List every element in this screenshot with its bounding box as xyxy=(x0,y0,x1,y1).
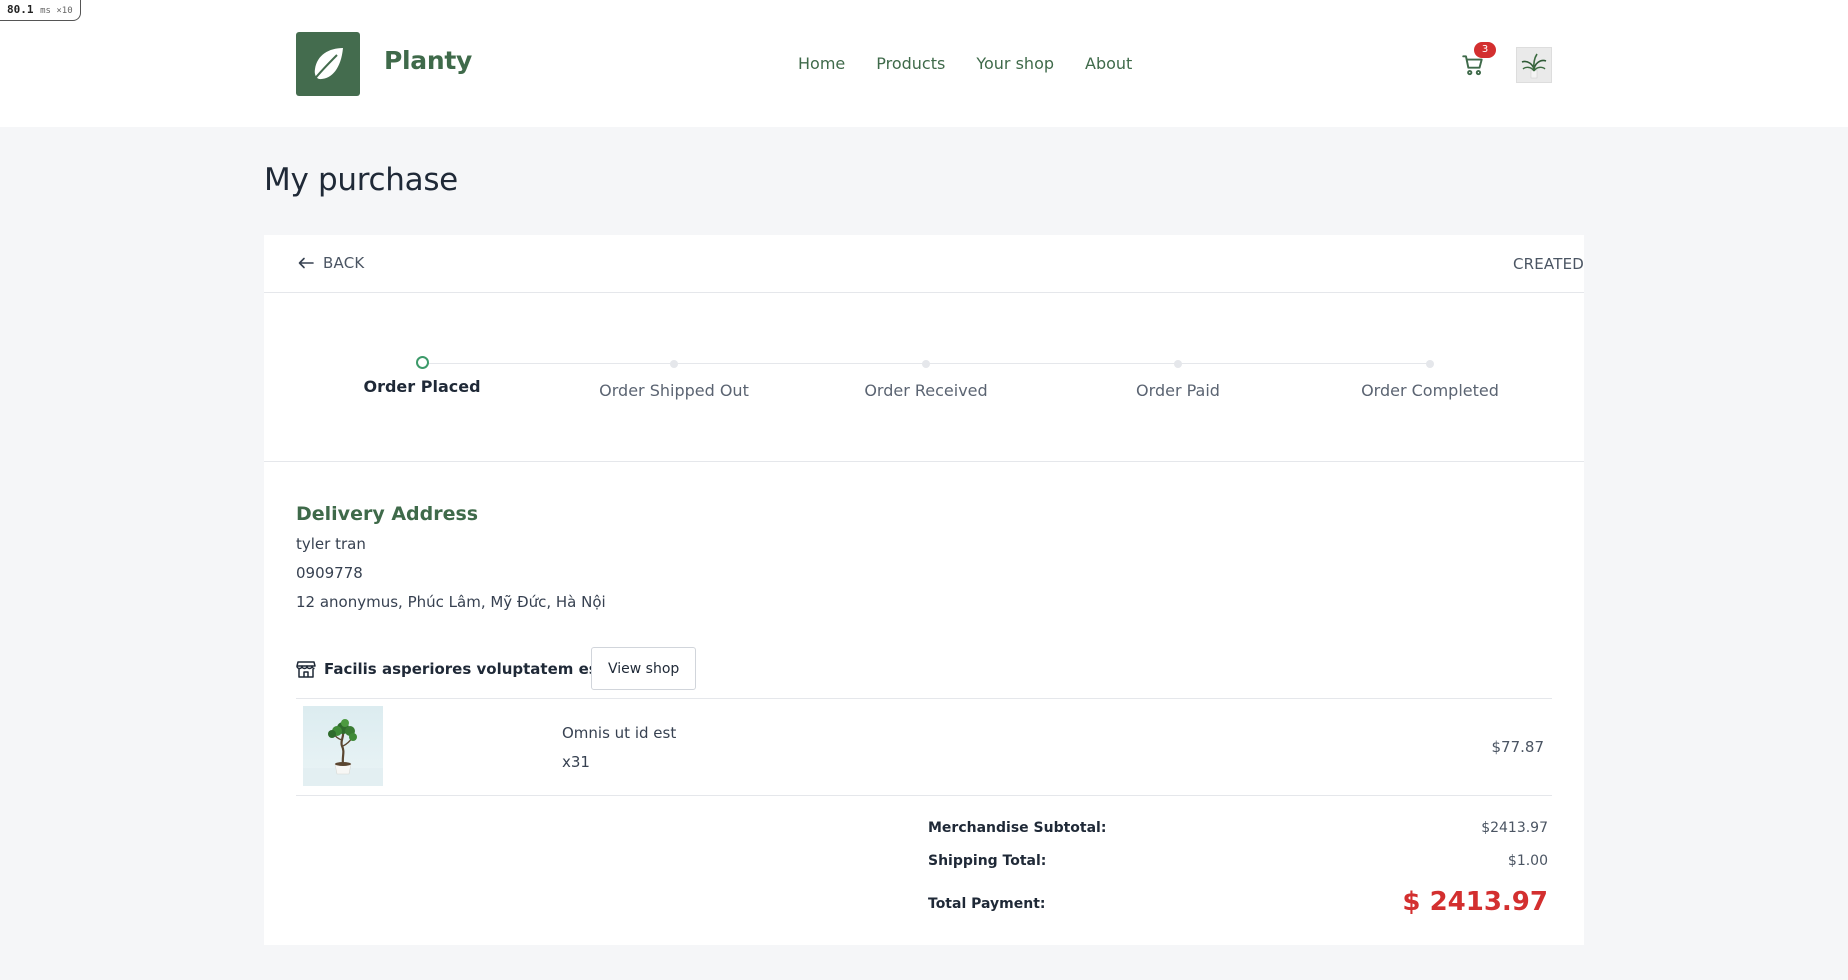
perf-unit: ms ×10 xyxy=(40,6,73,16)
plant-avatar-icon xyxy=(1521,53,1547,79)
nav-about[interactable]: About xyxy=(1085,54,1132,73)
shipping-label: Shipping Total: xyxy=(928,853,1047,869)
item-price: $77.87 xyxy=(1491,738,1545,756)
shop-row: Facilis asperiores voluptatem est View s… xyxy=(296,647,1552,699)
subtotal-label: Merchandise Subtotal: xyxy=(928,820,1107,836)
step-label: Order Received xyxy=(864,381,988,400)
leaf-logo-icon xyxy=(312,48,343,82)
bonsai-plant-image xyxy=(303,719,383,786)
step-dot xyxy=(1174,360,1182,368)
recipient-address: 12 anonymus, Phúc Lâm, Mỹ Đức, Hà Nội xyxy=(296,593,606,611)
step-label: Order Paid xyxy=(1136,381,1220,400)
card-header: BACK CREATED xyxy=(264,235,1584,293)
total-payment-value: $ 2413.97 xyxy=(1402,887,1548,917)
step-label: Order Placed xyxy=(363,377,481,396)
step-order-completed: Order Completed xyxy=(1310,356,1550,400)
order-status-label: CREATED xyxy=(1512,255,1584,273)
step-order-received: Order Received xyxy=(806,356,1046,400)
shipping-value: $1.00 xyxy=(1507,853,1548,869)
site-header: Planty Home Products Your shop About 3 xyxy=(0,0,1848,127)
order-item-row: Omnis ut id est x31 $77.87 xyxy=(296,699,1552,796)
cart-count-badge: 3 xyxy=(1474,42,1496,58)
back-button[interactable]: BACK xyxy=(298,254,364,272)
recipient-phone: 0909778 xyxy=(296,564,363,582)
delivery-address-title: Delivery Address xyxy=(296,503,479,525)
recipient-name: tyler tran xyxy=(296,535,366,553)
item-quantity: x31 xyxy=(562,753,590,771)
page-title: My purchase xyxy=(264,162,458,198)
store-icon xyxy=(296,661,316,678)
logo[interactable] xyxy=(296,32,360,96)
order-detail-card: BACK CREATED Order Placed Order Shipped … xyxy=(264,235,1584,945)
step-label: Order Completed xyxy=(1361,381,1499,400)
main-nav: Home Products Your shop About xyxy=(798,54,1132,73)
order-status: CREATED xyxy=(1384,255,1584,273)
brand-name[interactable]: Planty xyxy=(384,46,472,75)
shop-name[interactable]: Facilis asperiores voluptatem est xyxy=(324,660,605,678)
step-order-shipped-out: Order Shipped Out xyxy=(554,356,794,400)
back-label: BACK xyxy=(323,254,365,272)
order-progress-stepper: Order Placed Order Shipped Out Order Rec… xyxy=(264,294,1584,462)
nav-your-shop[interactable]: Your shop xyxy=(976,54,1054,73)
subtotal-value: $2413.97 xyxy=(1481,820,1548,836)
step-dot xyxy=(415,356,429,369)
perf-value: 80.1 xyxy=(7,3,34,16)
step-order-paid: Order Paid xyxy=(1058,356,1298,400)
nav-home[interactable]: Home xyxy=(798,54,845,73)
nav-products[interactable]: Products xyxy=(876,54,945,73)
total-payment-label: Total Payment: xyxy=(928,896,1046,912)
step-order-placed: Order Placed xyxy=(302,356,542,396)
step-label: Order Shipped Out xyxy=(599,381,749,400)
step-dot xyxy=(922,360,930,368)
perf-badge: 80.1 ms ×10 xyxy=(0,0,81,21)
step-dot xyxy=(1426,360,1434,368)
arrow-left-icon xyxy=(298,257,314,269)
avatar[interactable] xyxy=(1516,47,1552,83)
product-thumbnail[interactable] xyxy=(303,706,383,786)
step-dot xyxy=(670,360,678,368)
view-shop-button[interactable]: View shop xyxy=(591,647,697,690)
item-name[interactable]: Omnis ut id est xyxy=(562,724,676,742)
